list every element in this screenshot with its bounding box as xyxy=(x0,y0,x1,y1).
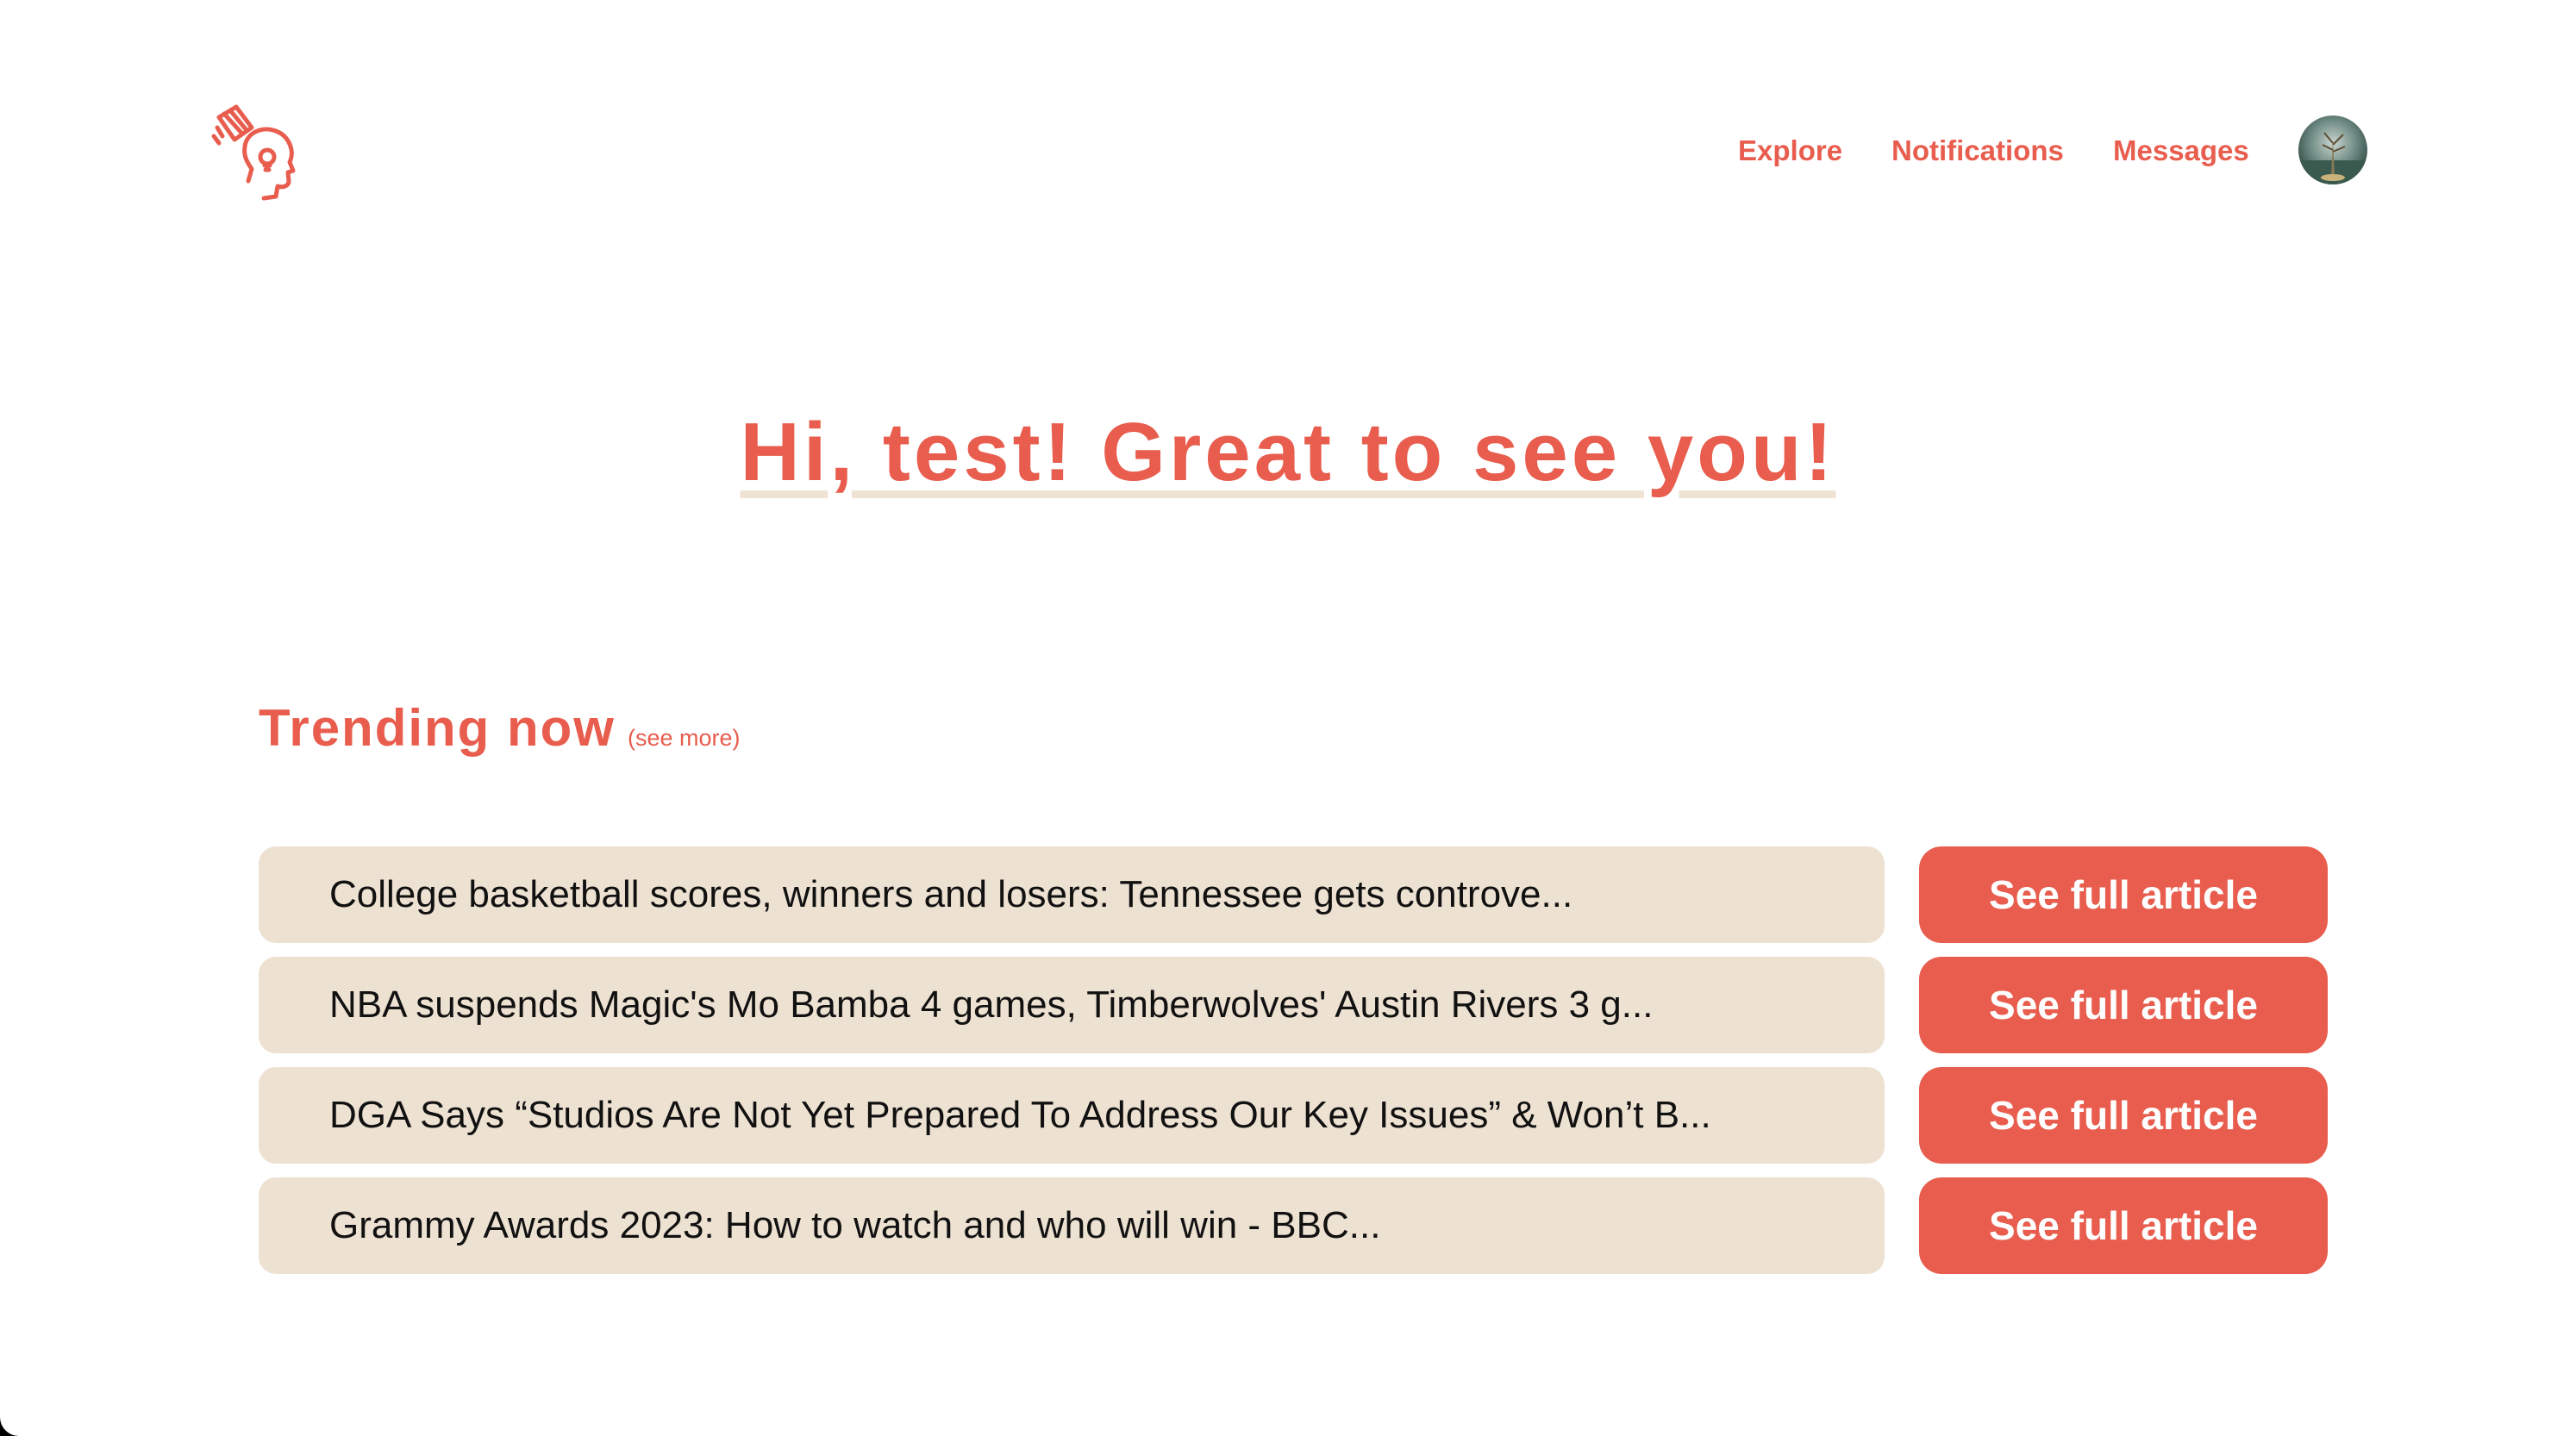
article-row: NBA suspends Magic's Mo Bamba 4 games, T… xyxy=(259,957,2328,1053)
article-row: Grammy Awards 2023: How to watch and who… xyxy=(259,1177,2328,1274)
nav-messages-link[interactable]: Messages xyxy=(2113,134,2249,167)
nav-explore-link[interactable]: Explore xyxy=(1738,134,1842,167)
article-title-box: Grammy Awards 2023: How to watch and who… xyxy=(259,1177,1885,1274)
article-title: Grammy Awards 2023: How to watch and who… xyxy=(329,1204,1381,1246)
article-title-box: DGA Says “Studios Are Not Yet Prepared T… xyxy=(259,1067,1885,1164)
page: Explore Notifications Messages Hi, test!… xyxy=(0,0,2576,1436)
greeting-heading: Hi, test! Great to see you! xyxy=(740,406,1836,498)
trending-header: Trending now (see more) xyxy=(259,698,741,758)
user-avatar-icon[interactable] xyxy=(2298,116,2367,184)
article-row: DGA Says “Studios Are Not Yet Prepared T… xyxy=(259,1067,2328,1164)
see-full-article-button[interactable]: See full article xyxy=(1919,846,2328,943)
see-full-article-button[interactable]: See full article xyxy=(1919,1067,2328,1164)
nav-notifications-link[interactable]: Notifications xyxy=(1891,134,2064,167)
article-title-box: NBA suspends Magic's Mo Bamba 4 games, T… xyxy=(259,957,1885,1053)
greeting-container: Hi, test! Great to see you! xyxy=(0,405,2576,500)
see-full-article-button[interactable]: See full article xyxy=(1919,957,2328,1053)
article-title: College basketball scores, winners and l… xyxy=(329,873,1573,915)
article-title-box: College basketball scores, winners and l… xyxy=(259,846,1885,943)
head-with-pencil-logo-icon[interactable] xyxy=(207,102,310,205)
trending-article-list: College basketball scores, winners and l… xyxy=(259,846,2328,1288)
trending-title: Trending now xyxy=(259,699,616,757)
see-more-link[interactable]: (see more) xyxy=(628,725,741,751)
see-full-article-button[interactable]: See full article xyxy=(1919,1177,2328,1274)
article-title: DGA Says “Studios Are Not Yet Prepared T… xyxy=(329,1094,1711,1136)
article-row: College basketball scores, winners and l… xyxy=(259,846,2328,943)
article-title: NBA suspends Magic's Mo Bamba 4 games, T… xyxy=(329,983,1654,1026)
